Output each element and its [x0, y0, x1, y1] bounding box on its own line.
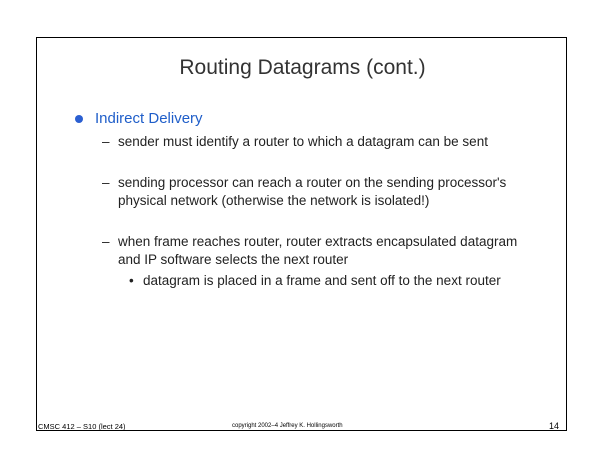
subpoint: datagram is placed in a frame and sent o…	[143, 273, 501, 288]
dash-icon: –	[102, 234, 110, 249]
point-3: when frame reaches router, router extrac…	[118, 234, 518, 267]
small-bullet-icon: •	[129, 273, 134, 288]
footer-course: CMSC 412 – S10 (lect 24)	[38, 422, 126, 431]
dash-icon: –	[102, 175, 110, 190]
heading-indirect-delivery: Indirect Delivery	[95, 110, 203, 127]
point-1: sender must identify a router to which a…	[118, 134, 488, 149]
slide-title: Routing Datagrams (cont.)	[179, 56, 426, 79]
point-2: sending processor can reach a router on …	[118, 175, 507, 208]
bullet-icon	[75, 115, 83, 123]
dash-icon: –	[102, 134, 110, 149]
page-number: 14	[549, 421, 560, 431]
footer-copyright: copyright 2002–4 Jeffrey K. Hollingswort…	[232, 423, 343, 429]
